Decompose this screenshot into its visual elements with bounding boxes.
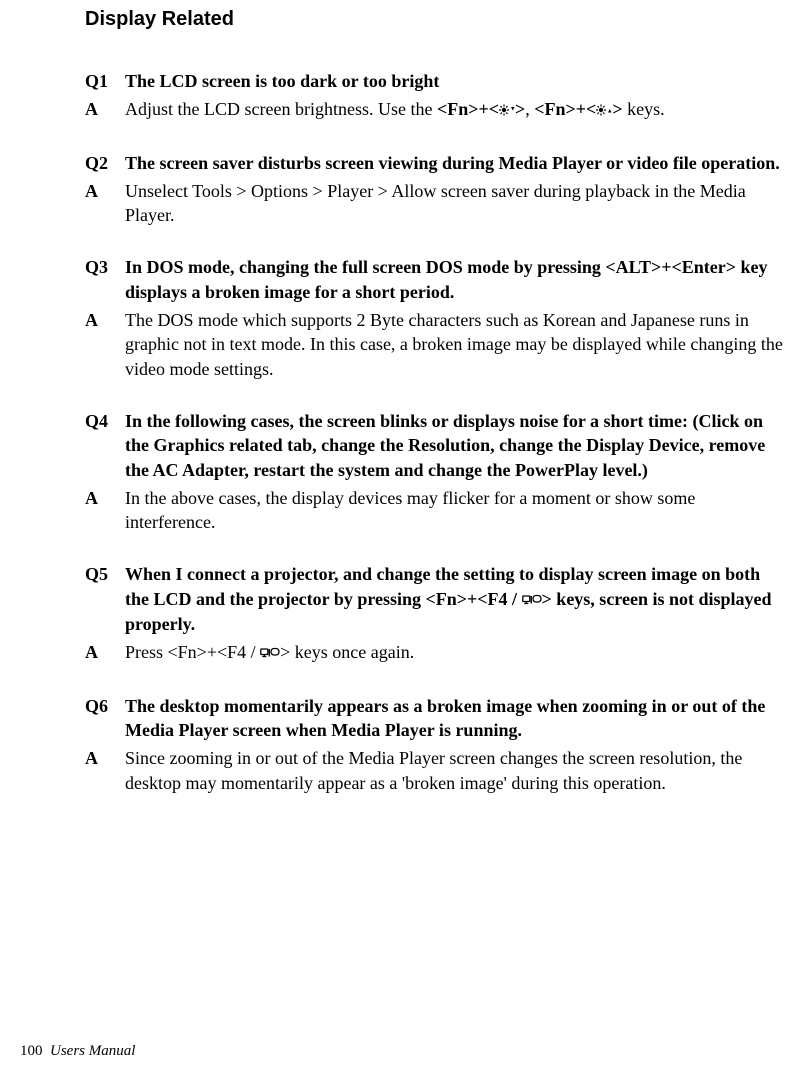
answer-label: A bbox=[85, 746, 125, 770]
answer-label: A bbox=[85, 640, 125, 664]
section-title: Display Related bbox=[85, 8, 785, 31]
answer-label: A bbox=[85, 179, 125, 203]
answer-text: The DOS mode which supports 2 Byte chara… bbox=[125, 308, 785, 381]
question-row: Q3 In DOS mode, changing the full screen… bbox=[85, 255, 785, 304]
answer-row: A In the above cases, the display device… bbox=[85, 486, 785, 535]
qa-block: Q2 The screen saver disturbs screen view… bbox=[85, 151, 785, 228]
answer-text-part: keys. bbox=[623, 99, 665, 119]
answer-text: Adjust the LCD screen brightness. Use th… bbox=[125, 97, 785, 122]
display-switch-icon bbox=[260, 641, 280, 665]
display-switch-icon bbox=[522, 588, 542, 612]
page-number: 100 bbox=[20, 1043, 43, 1059]
answer-text-part: > keys once again. bbox=[280, 642, 414, 662]
question-text: The LCD screen is too dark or too bright bbox=[125, 69, 785, 93]
question-label: Q6 bbox=[85, 694, 125, 718]
page: Display Related Q1 The LCD screen is too… bbox=[0, 0, 805, 1086]
page-footer: 100 Users Manual bbox=[20, 1043, 135, 1060]
qa-block: Q4 In the following cases, the screen bl… bbox=[85, 409, 785, 534]
answer-text: Press <Fn>+<F4 / > keys once again. bbox=[125, 640, 785, 665]
answer-row: A Unselect Tools > Options > Player > Al… bbox=[85, 179, 785, 228]
question-row: Q6 The desktop momentarily appears as a … bbox=[85, 694, 785, 743]
answer-text-part: Adjust the LCD screen brightness. Use th… bbox=[125, 99, 437, 119]
key-combo: <Fn>+< bbox=[534, 99, 596, 119]
answer-label: A bbox=[85, 486, 125, 510]
qa-block: Q3 In DOS mode, changing the full screen… bbox=[85, 255, 785, 380]
question-text: The desktop momentarily appears as a bro… bbox=[125, 694, 785, 743]
question-row: Q1 The LCD screen is too dark or too bri… bbox=[85, 69, 785, 93]
answer-text: Since zooming in or out of the Media Pla… bbox=[125, 746, 785, 795]
question-text: The screen saver disturbs screen viewing… bbox=[125, 151, 785, 175]
question-label: Q2 bbox=[85, 151, 125, 175]
question-text: When I connect a projector, and change t… bbox=[125, 562, 785, 636]
answer-row: A The DOS mode which supports 2 Byte cha… bbox=[85, 308, 785, 381]
key-combo: > bbox=[515, 99, 525, 119]
qa-block: Q6 The desktop momentarily appears as a … bbox=[85, 694, 785, 795]
answer-row: A Adjust the LCD screen brightness. Use … bbox=[85, 97, 785, 122]
question-label: Q3 bbox=[85, 255, 125, 279]
answer-text: In the above cases, the display devices … bbox=[125, 486, 785, 535]
question-row: Q2 The screen saver disturbs screen view… bbox=[85, 151, 785, 175]
question-row: Q5 When I connect a projector, and chang… bbox=[85, 562, 785, 636]
question-label: Q1 bbox=[85, 69, 125, 93]
key-combo: <Fn>+< bbox=[437, 99, 499, 119]
qa-block: Q5 When I connect a projector, and chang… bbox=[85, 562, 785, 665]
answer-text: Unselect Tools > Options > Player > Allo… bbox=[125, 179, 785, 228]
brightness-up-icon bbox=[596, 98, 612, 122]
answer-label: A bbox=[85, 97, 125, 121]
brightness-down-icon bbox=[499, 98, 515, 122]
key-combo: > bbox=[612, 99, 622, 119]
answer-row: A Press <Fn>+<F4 / > keys once again. bbox=[85, 640, 785, 665]
question-label: Q4 bbox=[85, 409, 125, 433]
footer-text: Users Manual bbox=[50, 1043, 135, 1059]
qa-block: Q1 The LCD screen is too dark or too bri… bbox=[85, 69, 785, 123]
question-label: Q5 bbox=[85, 562, 125, 586]
question-text: In the following cases, the screen blink… bbox=[125, 409, 785, 482]
question-text: In DOS mode, changing the full screen DO… bbox=[125, 255, 785, 304]
answer-text-part: Press <Fn>+<F4 / bbox=[125, 642, 260, 662]
answer-label: A bbox=[85, 308, 125, 332]
answer-row: A Since zooming in or out of the Media P… bbox=[85, 746, 785, 795]
question-row: Q4 In the following cases, the screen bl… bbox=[85, 409, 785, 482]
answer-text-part: , bbox=[525, 99, 534, 119]
